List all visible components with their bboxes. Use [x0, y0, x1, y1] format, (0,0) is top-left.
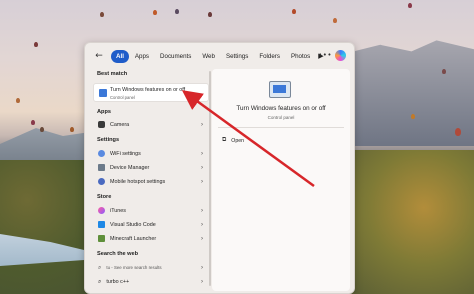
chevron-right-icon: › — [201, 178, 203, 185]
settings-heading: Settings — [97, 137, 120, 143]
balloon-icon — [100, 12, 104, 17]
filter-settings[interactable]: Settings — [221, 50, 253, 63]
detail-subtitle: Control panel — [267, 115, 295, 120]
minecraft-icon — [98, 235, 105, 242]
store-heading: Store — [97, 194, 112, 200]
setting-item-mobile-hotspot[interactable]: Mobile hotspot settings › — [93, 175, 209, 188]
list-item-label: WiFi settings — [110, 150, 141, 157]
balloon-icon — [208, 12, 212, 17]
balloon-icon — [442, 69, 446, 74]
chevron-right-icon: › — [201, 164, 203, 171]
search-results-list: Best match Turn Windows features on or o… — [91, 69, 211, 293]
chevron-right-icon: › — [201, 207, 203, 214]
search-icon: ⌕ — [98, 264, 102, 271]
open-icon: ⧉ — [222, 137, 227, 143]
chevron-right-icon: › — [201, 150, 203, 157]
setting-item-wifi[interactable]: WiFi settings › — [93, 147, 209, 160]
list-item-label: Device Manager — [110, 164, 150, 171]
more-options-icon[interactable]: ••• — [318, 51, 332, 59]
windows-features-icon — [99, 89, 107, 97]
back-arrow-icon[interactable]: ← — [93, 50, 105, 62]
start-search-panel: ← All Apps Documents Web Settings Folder… — [84, 42, 355, 294]
list-item-label: tu - See more search results — [106, 265, 162, 270]
filter-folders[interactable]: Folders — [254, 50, 285, 63]
chevron-right-icon: › — [201, 278, 203, 285]
itunes-icon — [98, 207, 105, 214]
result-detail-pane: Turn Windows features on or off Control … — [212, 69, 350, 291]
filter-web[interactable]: Web — [197, 50, 220, 63]
search-filter-bar: ← All Apps Documents Web Settings Folder… — [85, 43, 354, 69]
chevron-right-icon: › — [201, 221, 203, 228]
best-match-heading: Best match — [97, 71, 128, 77]
search-web-heading: Search the web — [97, 251, 139, 257]
hotspot-icon — [98, 178, 105, 185]
best-match-subtitle: Control panel — [110, 95, 135, 100]
list-item-label: Mobile hotspot settings — [110, 178, 166, 185]
store-item-minecraft[interactable]: Minecraft Launcher › — [93, 232, 209, 245]
balloon-icon — [455, 128, 461, 136]
balloon-icon — [333, 18, 337, 23]
filter-documents[interactable]: Documents — [155, 50, 196, 63]
web-item-turbo[interactable]: ⌕ turbo c++ › — [93, 275, 209, 288]
open-action[interactable]: ⧉ Open — [222, 137, 244, 144]
best-match-result[interactable]: Turn Windows features on or off Control … — [93, 83, 209, 102]
camera-icon — [98, 121, 105, 128]
balloon-icon — [408, 3, 412, 8]
wallpaper-trees-right — [349, 150, 474, 294]
balloon-icon — [40, 127, 44, 132]
app-item-camera[interactable]: Camera › — [93, 118, 209, 131]
setting-item-device-manager[interactable]: Device Manager › — [93, 161, 209, 174]
balloon-icon — [16, 98, 20, 103]
store-item-vscode[interactable]: Visual Studio Code › — [93, 218, 209, 231]
filter-photos[interactable]: Photos — [286, 50, 315, 63]
wifi-icon — [98, 150, 105, 157]
search-icon: ⌕ — [98, 278, 102, 285]
list-item-label: Minecraft Launcher — [110, 235, 157, 242]
balloon-icon — [175, 9, 179, 14]
web-item-see-more[interactable]: ⌕ tu - See more search results › — [93, 261, 209, 274]
chevron-right-icon: › — [201, 121, 203, 128]
list-item-label: Camera — [110, 121, 130, 128]
chevron-right-icon: › — [201, 235, 203, 242]
results-scrollbar[interactable] — [209, 71, 211, 286]
copilot-icon[interactable] — [335, 50, 346, 61]
wallpaper-trees-left — [0, 160, 90, 294]
detail-title: Turn Windows features on or off — [236, 105, 326, 112]
device-manager-icon — [98, 164, 105, 171]
balloon-icon — [411, 114, 415, 119]
filter-apps[interactable]: Apps — [130, 50, 154, 63]
balloon-icon — [292, 9, 296, 14]
best-match-title: Turn Windows features on or off — [110, 87, 186, 93]
balloon-icon — [153, 10, 157, 15]
list-item-label: turbo c++ — [106, 278, 130, 285]
detail-divider — [218, 127, 344, 128]
list-item-label: iTunes — [110, 207, 126, 214]
balloon-icon — [70, 127, 74, 132]
chevron-right-icon: › — [201, 264, 203, 271]
list-item-label: Visual Studio Code — [110, 221, 156, 228]
balloon-icon — [31, 120, 35, 125]
filter-all[interactable]: All — [111, 49, 129, 63]
apps-heading: Apps — [97, 109, 111, 115]
open-label: Open — [231, 137, 244, 144]
windows-features-large-icon — [269, 81, 291, 98]
store-item-itunes[interactable]: iTunes › — [93, 204, 209, 217]
vscode-icon — [98, 221, 105, 228]
balloon-icon — [34, 42, 38, 47]
